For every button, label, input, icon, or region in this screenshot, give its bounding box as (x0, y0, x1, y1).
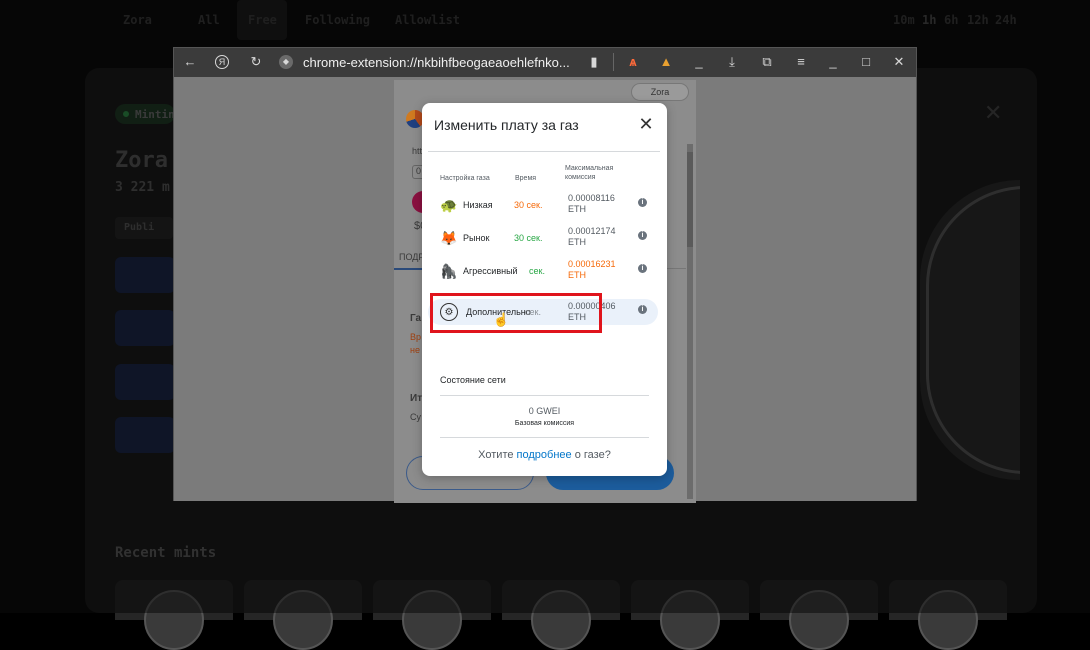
base-fee-label: Базовая комиссия (514, 420, 575, 427)
gas-option-low[interactable]: 🐢 Низкая 30 сек. 0.00008116 ETH i (428, 192, 658, 218)
gas-option-aggressive[interactable]: 🦍 Агрессивный сек. 0.00016231 ETH i (428, 258, 658, 284)
fee-value: 0.00008116 (568, 193, 615, 203)
fee-value: 0.00016231 (568, 259, 616, 269)
option-time: сек. (529, 266, 545, 276)
close-icon[interactable]: ✕ (636, 113, 656, 135)
close-window-icon[interactable]: ✕ (891, 54, 907, 70)
menu-icon[interactable]: ≡ (793, 54, 809, 70)
warning-fragment-2: не (410, 345, 420, 355)
option-name: Низкая (463, 200, 493, 210)
column-header-time: Время (515, 175, 537, 182)
option-name: Агрессивный (463, 266, 518, 276)
warning-fragment-1: Вр (410, 332, 422, 342)
metamask-extension-icon[interactable]: ▲ (658, 54, 674, 70)
fee-value: 0.00012174 (568, 226, 616, 236)
gas-option-market[interactable]: 🦊 Рынок 30 сек. 0.00012174 ETH i (428, 225, 658, 251)
footer-prefix: Хотите (478, 449, 517, 461)
option-fee: 0.00008116 ETH (568, 193, 615, 215)
yandex-icon[interactable]: Я (215, 55, 229, 69)
total-fragment: Ит (410, 393, 423, 404)
extension-site-icon: ◆ (279, 55, 293, 69)
minimize-icon[interactable]: _ (825, 54, 841, 70)
minimize-extensions-icon[interactable]: _ (691, 54, 707, 70)
option-time: 30 сек. (514, 233, 543, 243)
fee-unit: ETH (568, 204, 586, 214)
maximize-icon[interactable]: □ (858, 54, 874, 70)
bookmark-icon[interactable]: ▮ (586, 54, 602, 70)
option-fee: 0.00012174 ETH (568, 226, 616, 248)
address-bar[interactable]: chrome-extension://nkbihfbeogaeaoehlefnk… (303, 55, 570, 70)
column-header-setting: Настройка газа (440, 175, 490, 182)
learn-more-link[interactable]: подробнее (517, 449, 572, 461)
gwei-value: 0 GWEI (528, 406, 561, 416)
fox-icon: 🦊 (440, 230, 458, 246)
network-status-label: Состояние сети (440, 375, 506, 385)
edit-gas-fee-modal: Изменить плату за газ ✕ Настройка газа В… (422, 103, 667, 476)
details-tab[interactable]: ПОДР (399, 252, 424, 262)
highlight-box (430, 293, 602, 333)
option-time: 30 сек. (514, 200, 543, 210)
origin-fragment: htt (412, 146, 423, 156)
learn-more-text: Хотите подробнее о газе? (422, 449, 667, 461)
toolbar-divider (613, 53, 614, 71)
footer-suffix: о газе? (571, 449, 611, 461)
info-icon[interactable]: i (638, 264, 647, 273)
option-name: Рынок (463, 233, 490, 243)
info-icon[interactable]: i (638, 305, 647, 314)
browser-toolbar: ← Я ↻ ◆ chrome-extension://nkbihfbeogaea… (174, 48, 916, 77)
option-fee: 0.00016231 ETH (568, 259, 616, 281)
info-icon[interactable]: i (638, 198, 647, 207)
reload-icon[interactable]: ↻ (248, 54, 264, 70)
scrollbar-thumb[interactable] (687, 152, 693, 247)
info-icon[interactable]: i (638, 231, 647, 240)
turtle-icon: 🐢 (440, 197, 458, 213)
back-icon[interactable]: ← (182, 54, 198, 70)
gorilla-icon: 🦍 (440, 263, 458, 279)
modal-title: Изменить плату за газ (434, 117, 579, 133)
sum-fragment: Су (410, 412, 421, 422)
download-icon[interactable]: ⤓ (724, 54, 740, 70)
fee-unit: ETH (568, 237, 586, 247)
column-header-max-fee: Максимальная комиссия (565, 165, 614, 181)
footer-divider (440, 437, 649, 438)
network-label: Zora (650, 87, 670, 97)
brave-like-extension-icon[interactable]: ѧ (625, 54, 641, 70)
network-selector[interactable]: Zora (631, 83, 689, 101)
collections-icon[interactable]: ⧉ (759, 54, 775, 70)
status-divider (440, 395, 649, 396)
header-divider (428, 151, 660, 152)
fee-unit: ETH (568, 270, 586, 280)
